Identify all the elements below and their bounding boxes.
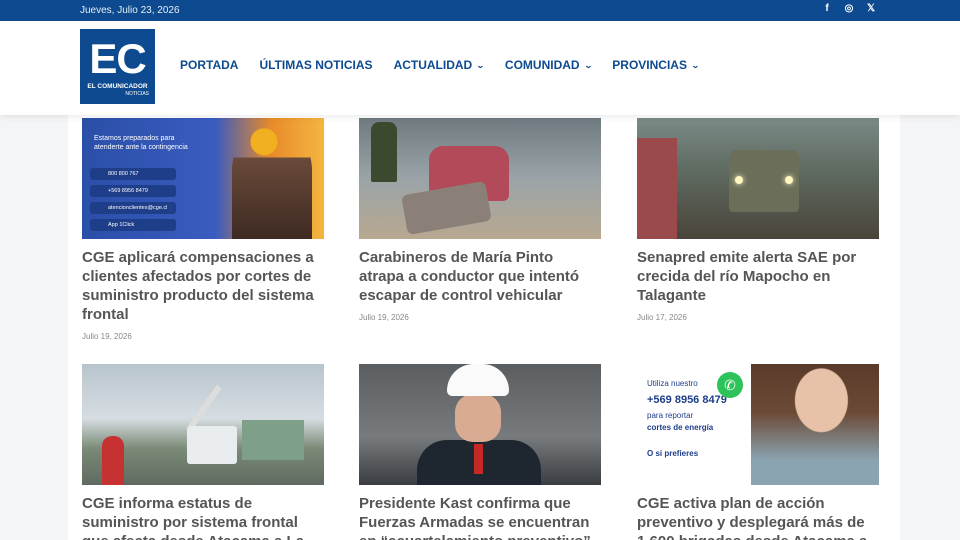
tie-figure — [474, 444, 483, 474]
nav-label: COMUNIDAD — [504, 58, 580, 72]
news-title[interactable]: Senapred emite alerta SAE por crecida de… — [637, 248, 879, 305]
whatsapp-icon: ✆ — [717, 372, 743, 398]
face-figure — [455, 394, 501, 442]
news-card[interactable]: Senapred emite alerta SAE por crecida de… — [637, 118, 879, 322]
logo-subtitle: NOTICIAS — [125, 91, 149, 97]
thumbnail-whatsapp-line: +569 8956 8479 — [90, 185, 176, 197]
news-thumbnail[interactable] — [359, 118, 601, 239]
nav-item-ultimas-noticias[interactable]: ÚLTIMAS NOTICIAS — [259, 58, 372, 72]
debris-figure — [401, 180, 492, 236]
current-date: Jueves, Julio 23, 2026 — [80, 5, 180, 16]
nav-item-portada[interactable]: PORTADA — [180, 58, 238, 72]
news-grid: Estamos preparados para atenderte ante l… — [68, 115, 900, 540]
logo-name: EL COMUNICADOR — [87, 83, 148, 90]
thumbnail-app-line: App 1Click — [90, 219, 176, 231]
utility-truck-figure — [187, 426, 237, 464]
nav-item-comunidad[interactable]: COMUNIDAD ⌄ — [504, 58, 593, 72]
news-date: Julio 19, 2026 — [359, 313, 409, 322]
news-title[interactable]: CGE activa plan de acción preventivo y d… — [637, 494, 879, 540]
news-title[interactable]: Presidente Kast confirma que Fuerzas Arm… — [359, 494, 601, 540]
graffiti-wall-figure — [637, 138, 677, 239]
nav-label: ACTUALIDAD — [393, 58, 473, 72]
chevron-down-icon: ⌄ — [476, 60, 485, 70]
site-logo[interactable]: EC EL COMUNICADOR NOTICIAS — [80, 29, 155, 104]
house-figure — [242, 420, 304, 460]
news-date: Julio 17, 2026 — [637, 313, 687, 322]
main-nav: PORTADA ÚLTIMAS NOTICIAS ACTUALIDAD ⌄ CO… — [180, 58, 700, 72]
headlight-figure — [785, 176, 793, 184]
news-title[interactable]: CGE informa estatus de suministro por si… — [82, 494, 324, 540]
top-bar: Jueves, Julio 23, 2026 f ◎ 𝕏 — [0, 0, 960, 21]
promo-highlight: cortes de energía — [647, 423, 714, 432]
promo-line: O si prefieres — [647, 449, 699, 458]
hard-hat-figure — [447, 364, 509, 396]
worker-figure — [102, 436, 124, 485]
crane-boom-figure — [188, 384, 222, 430]
chevron-down-icon: ⌄ — [583, 60, 593, 70]
logo-mark: EC — [89, 35, 146, 82]
lineman-figure — [232, 126, 312, 239]
nav-label: PORTADA — [180, 58, 239, 72]
news-title[interactable]: CGE aplicará compensaciones a clientes a… — [82, 248, 324, 324]
news-card[interactable]: CGE informa estatus de suministro por si… — [82, 364, 324, 540]
news-card[interactable]: Carabineros de María Pinto atrapa a cond… — [359, 118, 601, 322]
facebook-icon[interactable]: f — [822, 3, 832, 14]
nav-item-actualidad[interactable]: ACTUALIDAD ⌄ — [393, 58, 485, 72]
news-card[interactable]: Utiliza nuestro +569 8956 8479 para repo… — [637, 364, 879, 540]
thumbnail-heading: Estamos preparados para atenderte ante l… — [94, 135, 188, 151]
news-thumbnail[interactable] — [637, 118, 879, 239]
news-title[interactable]: Carabineros de María Pinto atrapa a cond… — [359, 248, 601, 305]
news-thumbnail[interactable] — [359, 364, 601, 485]
woman-with-phone-figure — [751, 364, 879, 485]
news-thumbnail[interactable] — [82, 364, 324, 485]
chevron-down-icon: ⌄ — [690, 60, 700, 70]
news-date: Julio 19, 2026 — [82, 332, 132, 341]
officer-figure — [371, 122, 397, 182]
news-thumbnail[interactable]: Utiliza nuestro +569 8956 8479 para repo… — [637, 364, 879, 485]
nav-label: ÚLTIMAS NOTICIAS — [259, 58, 373, 72]
site-header: EC EL COMUNICADOR NOTICIAS PORTADA ÚLTIM… — [0, 21, 960, 115]
x-twitter-icon[interactable]: 𝕏 — [866, 3, 876, 14]
social-links: f ◎ 𝕏 — [822, 3, 876, 14]
instagram-icon[interactable]: ◎ — [844, 3, 854, 14]
headlight-figure — [735, 176, 743, 184]
nav-item-provincias[interactable]: PROVINCIAS ⌄ — [612, 58, 700, 72]
news-card[interactable]: Estamos preparados para atenderte ante l… — [82, 118, 324, 341]
thumbnail-phone-line: 800 800 767 — [90, 168, 176, 180]
promo-line: para reportar — [647, 411, 694, 420]
news-thumbnail[interactable]: Estamos preparados para atenderte ante l… — [82, 118, 324, 239]
nav-label: PROVINCIAS — [612, 58, 687, 72]
news-card[interactable]: Presidente Kast confirma que Fuerzas Arm… — [359, 364, 601, 540]
thumbnail-email-line: atencionclientes@cge.cl — [90, 202, 176, 214]
